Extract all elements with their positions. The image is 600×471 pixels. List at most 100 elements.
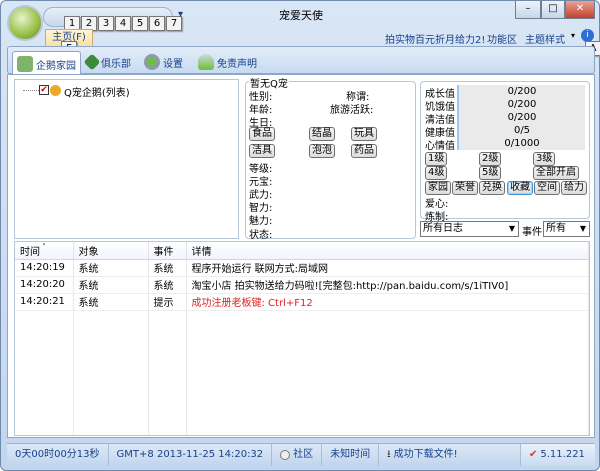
community-label: 社区 (293, 449, 314, 460)
chevron-down-icon: ▼ (579, 224, 586, 233)
level4-button[interactable]: 4级 (425, 166, 448, 180)
event-value: 所有 (546, 223, 566, 234)
compass-icon (83, 53, 101, 71)
mood-label: 心情值 (425, 141, 455, 152)
theme-dropdown-icon[interactable]: ▾ (571, 31, 575, 40)
maximize-button[interactable]: □ (541, 1, 565, 19)
download-label: 成功下载文件! (393, 449, 458, 460)
tab-label: 企鹅家园 (36, 60, 76, 72)
exchange-button[interactable]: 兑换 (479, 181, 505, 195)
empty-row (15, 310, 589, 327)
close-button[interactable]: ✕ (565, 1, 595, 19)
empty-row (15, 395, 589, 412)
toy-button[interactable]: 玩具 (351, 127, 377, 141)
status-bar: 0天00时00分13秒 GMT+8 2013-11-25 14:20:32 社区… (7, 443, 595, 466)
community-icon (280, 450, 291, 460)
log-detail: 淘宝小店 拍实物送给力码啦![完整包:http://pan.baidu.com/… (186, 276, 589, 294)
collect-button[interactable]: 收藏 (507, 181, 533, 195)
window-title: 宠爱天使 (279, 9, 323, 22)
tab-disclaimer[interactable]: 免责声明 (198, 51, 257, 73)
growth-bar: 0/200 (457, 85, 585, 98)
empty-row (15, 361, 589, 378)
unknown-time: 未知时间 (322, 444, 380, 466)
log-type-select[interactable]: 所有日志 ▼ (420, 221, 519, 237)
logo-icon: ✔ (529, 449, 538, 460)
space-button[interactable]: 空间 (534, 181, 560, 195)
home-icon (17, 56, 33, 72)
chevron-down-icon: ▼ (508, 224, 515, 233)
function-area-link[interactable]: 功能区 (487, 31, 517, 46)
level2-button[interactable]: 2级 (479, 152, 502, 166)
community-link[interactable]: 社区 (272, 444, 323, 466)
tab-penguin-home[interactable]: 企鹅家园 (12, 51, 81, 76)
log-object: 系统 (73, 259, 149, 277)
cleaner-button[interactable]: 洁具 (249, 144, 275, 158)
table-row[interactable]: 14:20:21 系统 提示 成功注册老板键: Ctrl+F12 (15, 293, 589, 311)
log-event: 系统 (148, 259, 187, 277)
download-status: ⭳ 成功下载文件! (379, 444, 521, 466)
hunger-bar: 0/200 (457, 98, 585, 111)
log-object: 系统 (73, 276, 149, 294)
level1-button[interactable]: 1级 (425, 152, 448, 166)
clean-bar: 0/200 (457, 111, 585, 124)
log-time: 14:20:19 (15, 259, 74, 277)
empty-row (15, 378, 589, 395)
promo-link[interactable]: 拍实物百元折月给力2! (385, 31, 485, 46)
empty-row (15, 344, 589, 361)
log-event: 提示 (148, 293, 187, 311)
medicine-button[interactable]: 药品 (351, 144, 377, 158)
food-button[interactable]: 食品 (249, 127, 275, 141)
log-event: 系统 (148, 276, 187, 294)
penguin-icon (50, 85, 61, 96)
tab-label: 俱乐部 (101, 58, 131, 70)
honor-button[interactable]: 荣誉 (452, 181, 478, 195)
theme-style-link[interactable]: 主题样式 (525, 31, 565, 46)
table-row[interactable]: 14:20:19 系统 系统 程序开始运行 联网方式:局域网 (15, 259, 589, 277)
mood-bar: 0/1000 (457, 137, 585, 150)
crystal-button[interactable]: 结晶 (309, 127, 335, 141)
status-label: 状态: (249, 230, 273, 241)
table-row[interactable]: 14:20:20 系统 系统 淘宝小店 拍实物送给力码啦![完整包:http://pa… (15, 276, 589, 294)
health-bar: 0/5 (457, 124, 585, 137)
main-content: ✔ Q宠企鹅(列表) 暂无Q宠 性别: 称谓: 年龄: 旅游活跃: 生日: 食品… (7, 74, 595, 438)
tab-settings[interactable]: 设置 (144, 51, 183, 73)
version-indicator[interactable]: ✔ 5.11.221 (521, 444, 595, 466)
minimize-button[interactable]: – (515, 1, 541, 19)
col-time[interactable]: 时间 ˄ (15, 242, 74, 260)
event-label: 事件 (522, 227, 542, 238)
tree-checkbox[interactable]: ✔ (39, 85, 49, 95)
bubble-button[interactable]: 泡泡 (309, 144, 335, 158)
empty-row (15, 429, 589, 435)
clock: GMT+8 2013-11-25 14:20:32 (109, 444, 273, 466)
app-window: 1 2 3 4 5 6 7 ▾ 宠爱天使 – □ ✕ 主页(F) F 拍实物百元… (0, 0, 600, 471)
travel-label: 旅游活跃: (330, 105, 374, 116)
level5-button[interactable]: 5级 (479, 166, 502, 180)
gear-icon (144, 54, 160, 70)
log-detail: 程序开始运行 联网方式:局域网 (186, 259, 589, 277)
boost-button[interactable]: 给力 (561, 181, 587, 195)
col-event[interactable]: 事件 (148, 242, 187, 260)
tab-label: 免责声明 (217, 58, 257, 70)
log-type-value: 所有日志 (423, 223, 463, 234)
tab-club[interactable]: 俱乐部 (83, 51, 131, 73)
tree-root-label[interactable]: Q宠企鹅(列表) (64, 84, 130, 99)
charm-label: 魅力: (249, 216, 273, 227)
user-icon (198, 54, 214, 70)
col-detail[interactable]: 详情 (186, 242, 589, 260)
level3-button[interactable]: 3级 (533, 152, 556, 166)
open-all-button[interactable]: 全部开启 (533, 166, 579, 180)
event-select[interactable]: 所有 ▼ (543, 221, 590, 237)
version-label: 5.11.221 (540, 449, 585, 460)
log-time: 14:20:20 (15, 276, 74, 294)
log-detail: 成功注册老板键: Ctrl+F12 (186, 293, 589, 311)
homeland-button[interactable]: 家园 (425, 181, 451, 195)
empty-row (15, 412, 589, 429)
log-time: 14:20:21 (15, 293, 74, 311)
col-object[interactable]: 对象 (73, 242, 149, 260)
tab-label: 设置 (163, 58, 183, 70)
ribbon-panel: 企鹅家园 俱乐部 设置 免责声明 (7, 46, 595, 76)
log-table: 时间 ˄ 对象 事件 详情 14:20:19 系统 系统 程序开始运行 联网方式:局域… (14, 241, 590, 436)
pet-info-panel: 暂无Q宠 性别: 称谓: 年龄: 旅游活跃: 生日: 食品 结晶 玩具 洁具 泡… (245, 75, 416, 241)
download-icon: ⭳ (387, 449, 391, 460)
log-object: 系统 (73, 293, 149, 311)
